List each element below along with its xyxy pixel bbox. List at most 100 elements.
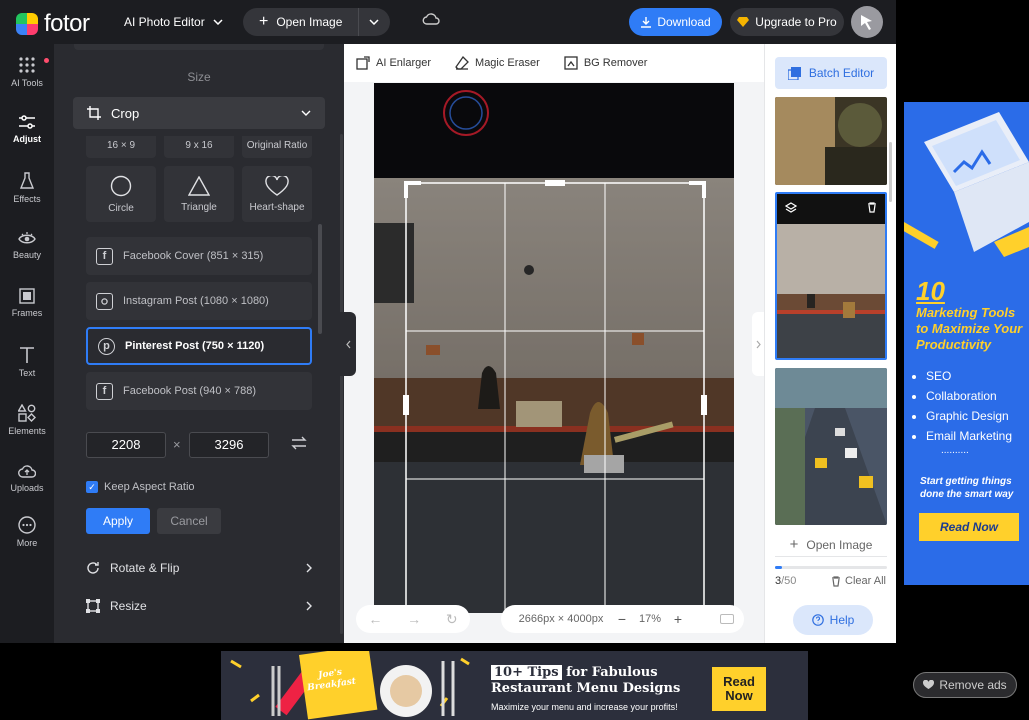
ad-headline: 10 Marketing Tools to Maximize Your Prod… [916,277,1029,353]
crop-section-header[interactable]: Crop [73,97,325,129]
avatar[interactable] [851,6,883,38]
logo[interactable]: fotor [16,10,90,38]
photo-canvas[interactable] [374,83,734,613]
rail-item-ai-tools[interactable]: AI Tools [0,56,54,106]
keep-aspect-checkbox[interactable]: ✓ [86,481,98,493]
chevron-right-icon [306,563,312,573]
ad-dots: .......... [941,445,969,456]
preset-facebook-cover[interactable]: f Facebook Cover (851 × 315) [86,237,312,275]
left-panel-collapse[interactable] [340,312,356,376]
rail-item-more[interactable]: More [0,516,54,566]
undo-icon[interactable]: ← [368,611,382,627]
panel-scrollbar[interactable] [340,134,343,634]
rotate-icon [87,562,99,574]
ai-editor-menu[interactable]: AI Photo Editor [124,15,223,29]
preset-instagram-post[interactable]: Instagram Post (1080 × 1080) [86,282,312,320]
chevron-down-icon [369,19,379,25]
rail-item-frames[interactable]: Frames [0,288,54,338]
ai-editor-label: AI Photo Editor [124,15,205,29]
shape-row: Circle Triangle Heart-shape [86,166,312,222]
resize-section[interactable]: Resize [86,595,312,617]
open-image-main[interactable]: + Open Image [243,8,359,36]
zoom-percent[interactable]: 17% [633,613,667,625]
download-label: Download [657,15,711,29]
batch-count: 3/50 [775,575,796,587]
keep-aspect-label: Keep Aspect Ratio [104,481,195,493]
text-icon [20,347,34,363]
magic-eraser-tab[interactable]: Magic Eraser [455,56,540,70]
keep-aspect-ratio[interactable]: ✓ Keep Aspect Ratio [86,481,195,493]
bg-remover-label: BG Remover [583,57,648,69]
ad-feature: Graphic Design [926,406,1012,426]
ratio-16x9[interactable]: 16 × 9 [86,136,156,158]
preset-facebook-post[interactable]: f Facebook Post (940 × 788) [86,372,312,410]
shape-heart[interactable]: Heart-shape [242,166,312,222]
redo-icon[interactable]: → [407,611,421,627]
chevron-down-icon [301,110,311,116]
bottom-ad-read-now-button[interactable]: Read Now [712,667,766,711]
rail-item-adjust[interactable]: Adjust [0,114,54,164]
ratio-9x16[interactable]: 9 x 16 [164,136,234,158]
bottom-ad-title-rest: for Fabulous [566,665,658,680]
magic-eraser-label: Magic Eraser [475,57,540,69]
bg-remover-tab[interactable]: BG Remover [564,56,648,70]
side-advertisement[interactable]: 10 Marketing Tools to Maximize Your Prod… [904,102,1029,585]
shape-label: Circle [108,202,134,214]
batch-scrollbar[interactable] [889,142,892,202]
preset-label: Pinterest Post (750 × 1120) [125,340,265,352]
shape-triangle[interactable]: Triangle [164,166,234,222]
zoom-in-button[interactable]: + [667,611,689,627]
upgrade-button[interactable]: Upgrade to Pro [730,8,844,36]
cloud-icon[interactable] [422,12,440,31]
height-input[interactable]: 3296 [189,432,269,458]
batch-thumbnail[interactable] [775,368,887,525]
rail-item-effects[interactable]: Effects [0,172,54,222]
fit-screen-icon[interactable] [720,614,734,624]
rotate-flip-section[interactable]: Rotate & Flip [86,557,312,579]
batch-thumbnail-selected[interactable] [775,192,887,360]
download-button[interactable]: Download [629,8,722,36]
crop-label: Crop [111,105,140,121]
clear-all-button[interactable]: Clear All [831,575,886,587]
ratio-row: 16 × 9 9 x 16 Original Ratio [86,136,312,158]
remove-ads-button[interactable]: Remove ads [913,672,1017,698]
frame-icon [19,288,35,304]
ad-read-now-button[interactable]: Read Now [919,513,1019,541]
eye-icon [18,232,36,244]
help-button[interactable]: Help [793,605,873,635]
cancel-button[interactable]: Cancel [157,508,221,534]
ai-enlarger-tab[interactable]: AI Enlarger [356,56,431,70]
swap-dimensions-icon[interactable] [291,436,307,455]
shape-circle[interactable]: Circle [86,166,156,222]
circle-icon [110,175,132,196]
trash-icon[interactable] [867,202,877,213]
open-image-dropdown[interactable] [359,19,389,25]
batch-thumbnail[interactable] [775,97,887,185]
plus-icon: + [789,536,799,553]
flask-icon [19,172,35,189]
bottom-ad-cta-line2: Now [725,688,753,703]
batch-editor-label: Batch Editor [808,66,875,80]
batch-open-image-button[interactable]: + Open Image [775,533,887,557]
batch-editor-button[interactable]: Batch Editor [775,57,887,89]
ratio-original[interactable]: Original Ratio [242,136,312,158]
preset-pinterest-post[interactable]: p Pinterest Post (750 × 1120) [86,327,312,365]
rail-label: Text [18,368,36,378]
zoom-out-button[interactable]: − [611,611,633,627]
reset-icon[interactable]: ↻ [446,611,458,628]
bottom-advertisement[interactable]: Joe's Breakfast 10+ Tips for Fabulous Re… [221,651,808,720]
ad-feature: Email Marketing [926,426,1012,446]
rail-item-beauty[interactable]: Beauty [0,230,54,280]
apply-button[interactable]: Apply [86,508,150,534]
presets-scrollbar[interactable] [318,224,322,334]
width-input[interactable]: 2208 [86,432,166,458]
open-image-button[interactable]: + Open Image [243,8,390,36]
right-panel-collapse[interactable] [752,312,764,376]
rail-item-text[interactable]: Text [0,346,54,396]
crop-overlay[interactable] [374,83,734,613]
laptop-illustration [904,112,1029,257]
sliders-icon [19,115,35,129]
rail-label: Beauty [12,250,42,260]
rail-item-uploads[interactable]: Uploads [0,463,54,513]
rail-item-elements[interactable]: Elements [0,404,54,454]
